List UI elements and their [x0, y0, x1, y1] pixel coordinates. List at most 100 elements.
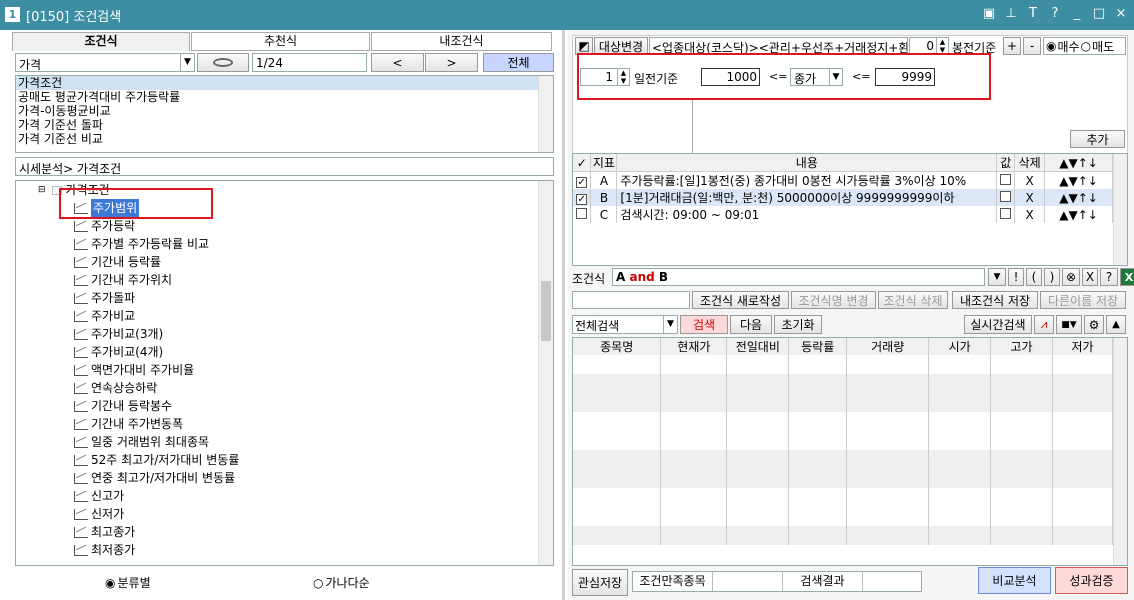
table-row[interactable]: [573, 469, 1113, 488]
xor-button[interactable]: ⊗: [1062, 268, 1080, 286]
excel-icon[interactable]: X: [1120, 268, 1134, 286]
buy-sell-toggle[interactable]: ◉ 매수 ○ 매도: [1043, 37, 1126, 55]
tree-item[interactable]: 주가돌파: [74, 289, 239, 307]
not-button[interactable]: !: [1008, 268, 1024, 286]
row-checkbox[interactable]: ✓: [576, 193, 588, 205]
tree-item[interactable]: 주가별 주가등락률 비교: [74, 235, 239, 253]
help-button[interactable]: ?: [1100, 268, 1118, 286]
grid-scrollbar[interactable]: [1113, 154, 1127, 265]
add-button[interactable]: 추가: [1070, 130, 1125, 148]
list-item[interactable]: 공매도 평균가격대비 주가등락률: [16, 90, 553, 104]
collapse-up-icon[interactable]: ▲: [1106, 315, 1126, 334]
tree-item[interactable]: 연중 최고가/저가대비 변동률: [74, 469, 239, 487]
tree-item[interactable]: 기간내 등락봉수: [74, 397, 239, 415]
next-result-button[interactable]: 다음: [730, 315, 772, 334]
chevron-down-icon[interactable]: ▼: [988, 268, 1006, 286]
save-as-button[interactable]: 다른이름 저장: [1040, 291, 1126, 309]
chart-icon[interactable]: ⩘: [1034, 315, 1054, 334]
pin-icon[interactable]: ⊥: [1004, 6, 1018, 21]
rename-condition-button[interactable]: 조건식명 변경: [791, 291, 876, 309]
tree-item[interactable]: 주가비교(3개): [74, 325, 239, 343]
tree-item[interactable]: 주가등락: [74, 217, 239, 235]
result-scrollbar[interactable]: [1113, 338, 1127, 565]
table-row[interactable]: [573, 355, 1113, 374]
tab-recommend[interactable]: 추천식: [191, 32, 370, 51]
font-icon[interactable]: T: [1026, 6, 1040, 21]
list-item[interactable]: 가격 기준선 돌파: [16, 118, 553, 132]
help-icon[interactable]: ?: [1048, 6, 1062, 21]
move-arrows[interactable]: ▲▼↑↓: [1044, 189, 1113, 206]
tree-item[interactable]: 52주 최고가/저가대비 변동률: [74, 451, 239, 469]
list-item[interactable]: 가격 기준선 비교: [16, 132, 553, 146]
table-row[interactable]: [573, 507, 1113, 526]
table-row[interactable]: [573, 374, 1113, 393]
search-input[interactable]: 가격 ▼: [15, 53, 195, 72]
minimize-icon[interactable]: _: [1070, 6, 1084, 21]
radio-alpha[interactable]: ○ 가나다순: [313, 574, 370, 591]
display-toggle-icon[interactable]: ■▼: [1056, 315, 1082, 334]
maximize-icon[interactable]: □: [1092, 6, 1106, 21]
reset-button[interactable]: 초기화: [774, 315, 822, 334]
tree-item[interactable]: 주가비교: [74, 307, 239, 325]
minus-button[interactable]: -: [1023, 37, 1041, 55]
table-row[interactable]: [573, 526, 1113, 545]
table-row[interactable]: [573, 412, 1113, 431]
scrollbar[interactable]: [538, 76, 553, 152]
table-row[interactable]: ✓ B [1분]거래대금(일:백만, 분:천) 5000000이상 999999…: [573, 189, 1113, 206]
close-icon[interactable]: ×: [1114, 6, 1128, 21]
delete-condition-button[interactable]: 조건식 삭제: [878, 291, 948, 309]
tab-my-condition[interactable]: 내조건식: [371, 32, 552, 51]
row-content[interactable]: 검색시간: 09:00 ~ 09:01: [616, 206, 998, 223]
move-arrows[interactable]: ▲▼↑↓: [1044, 171, 1113, 189]
compare-analysis-button[interactable]: 비교분석: [978, 567, 1051, 594]
list-item[interactable]: 가격조건: [16, 76, 553, 90]
delete-expr-button[interactable]: X: [1082, 268, 1098, 286]
collapse-icon[interactable]: ⊟: [38, 181, 46, 199]
tree-item[interactable]: 최저종가: [74, 541, 239, 559]
value-checkbox[interactable]: [1000, 207, 1012, 219]
chevron-down-icon[interactable]: ▼: [663, 316, 677, 333]
table-row[interactable]: [573, 488, 1113, 507]
row-checkbox[interactable]: [576, 207, 588, 219]
prev-button[interactable]: <: [371, 53, 424, 72]
search-type-select[interactable]: 전체검색 ▼: [572, 315, 678, 334]
table-row[interactable]: ✓ A 주가등락률:[일]1봉전(중) 종가대비 0봉전 시가등락률 3%이상 …: [573, 171, 1113, 189]
tab-condition[interactable]: 조건식: [12, 32, 190, 51]
tree-item[interactable]: 일중 거래범위 최대종목: [74, 433, 239, 451]
row-content[interactable]: 주가등락률:[일]1봉전(중) 종가대비 0봉전 시가등락률 3%이상 10%: [616, 171, 998, 189]
table-row[interactable]: [573, 450, 1113, 469]
tree-item[interactable]: 액면가대비 주가비율: [74, 361, 239, 379]
check-all-icon[interactable]: ✓: [573, 154, 592, 172]
condition-name-input[interactable]: [572, 291, 690, 309]
tree-item[interactable]: 신고가: [74, 487, 239, 505]
delete-button[interactable]: X: [1014, 206, 1046, 223]
tree-item[interactable]: 연속상승하락: [74, 379, 239, 397]
scroll-thumb[interactable]: [541, 281, 551, 341]
search-button[interactable]: [197, 53, 249, 72]
table-row[interactable]: [573, 431, 1113, 450]
row-content[interactable]: [1분]거래대금(일:백만, 분:천) 5000000이상 9999999999…: [616, 189, 998, 206]
delete-button[interactable]: X: [1014, 171, 1046, 189]
move-arrows[interactable]: ▲▼↑↓: [1044, 206, 1113, 223]
tree-item[interactable]: 신저가: [74, 505, 239, 523]
tree-item[interactable]: 기간내 주가변동폭: [74, 415, 239, 433]
tree-item[interactable]: 최고종가: [74, 523, 239, 541]
open-paren-button[interactable]: (: [1026, 268, 1042, 286]
gear-icon[interactable]: ⚙: [1084, 315, 1104, 334]
realtime-search-button[interactable]: 실시간검색: [964, 315, 1032, 334]
all-button[interactable]: 전체: [483, 53, 554, 72]
table-row[interactable]: C 검색시간: 09:00 ~ 09:01 X ▲▼↑↓: [573, 206, 1113, 223]
value-checkbox[interactable]: [1000, 173, 1012, 185]
value-checkbox[interactable]: [1000, 190, 1012, 202]
delete-button[interactable]: X: [1014, 189, 1046, 206]
search-run-button[interactable]: 검색: [680, 315, 728, 334]
save-my-condition-button[interactable]: 내조건식 저장: [952, 291, 1038, 309]
list-item[interactable]: 가격-이동평균비교: [16, 104, 553, 118]
tree-item[interactable]: 주가비교(4개): [74, 343, 239, 361]
tree-scrollbar[interactable]: [538, 181, 553, 565]
restore-icon[interactable]: ▣: [982, 6, 996, 21]
table-row[interactable]: [573, 393, 1113, 412]
expression-input[interactable]: A and B: [612, 268, 985, 286]
performance-verify-button[interactable]: 성과검증: [1055, 567, 1128, 594]
chevron-down-icon[interactable]: ▼: [180, 54, 194, 71]
